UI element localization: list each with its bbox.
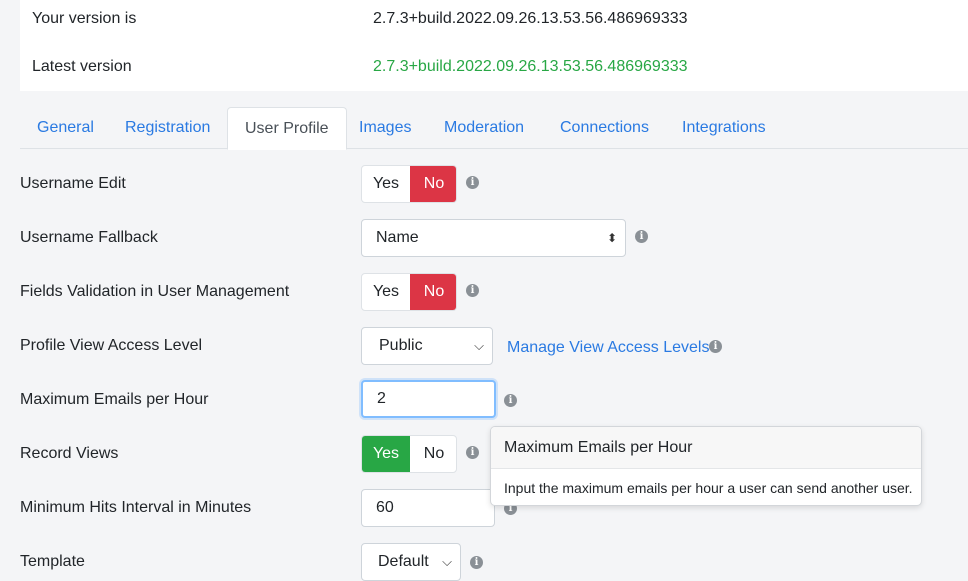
tab-moderation[interactable]: Moderation [427, 107, 541, 149]
settings-tabs: General Registration User Profile Images… [20, 107, 968, 150]
sort-caret-icon: ⬍ [606, 231, 617, 245]
info-icon[interactable]: i [466, 176, 479, 189]
fields-validation-no-button[interactable]: No [410, 274, 456, 310]
tab-images[interactable]: Images [342, 107, 428, 149]
profile-view-access-value: Public [379, 337, 423, 354]
record-views-toggle: Yes No [361, 435, 457, 473]
tab-general[interactable]: General [20, 107, 111, 149]
version-latest-label: Latest version [32, 58, 132, 75]
manage-view-access-levels-link[interactable]: Manage View Access Levels [507, 338, 709, 358]
info-icon[interactable]: i [466, 284, 479, 297]
fields-validation-yes-button[interactable]: Yes [362, 274, 410, 310]
info-icon[interactable]: i [466, 446, 479, 459]
version-info-panel: Your version is 2.7.3+build.2022.09.26.1… [20, 0, 968, 91]
username-edit-toggle: Yes No [361, 165, 457, 203]
profile-view-access-select[interactable]: Public ⌵ [361, 327, 493, 365]
record-views-no-button[interactable]: No [410, 436, 456, 472]
username-fallback-select[interactable]: Name ⬍ [361, 219, 626, 257]
username-fallback-value: Name [376, 229, 419, 246]
version-latest-row: Latest version 2.7.3+build.2022.09.26.13… [20, 57, 968, 77]
username-edit-label: Username Edit [20, 175, 126, 192]
min-hits-label: Minimum Hits Interval in Minutes [20, 499, 252, 516]
template-select[interactable]: Default ⌵ [361, 543, 461, 581]
max-emails-input[interactable]: 2 [361, 380, 496, 418]
popover-title: Maximum Emails per Hour [491, 427, 921, 469]
version-latest-value: 2.7.3+build.2022.09.26.13.53.56.48696933… [373, 58, 688, 75]
chevron-down-icon: ⌵ [474, 338, 484, 353]
record-views-label: Record Views [20, 445, 119, 462]
info-icon[interactable]: i [635, 230, 648, 243]
version-current-value: 2.7.3+build.2022.09.26.13.53.56.48696933… [373, 10, 688, 27]
fields-validation-toggle: Yes No [361, 273, 457, 311]
profile-view-access-label: Profile View Access Level [20, 337, 203, 354]
username-edit-yes-button[interactable]: Yes [362, 166, 410, 202]
record-views-yes-button[interactable]: Yes [362, 436, 410, 472]
username-edit-no-button[interactable]: No [410, 166, 456, 202]
max-emails-popover: Maximum Emails per Hour Input the maximu… [490, 426, 922, 506]
max-emails-label: Maximum Emails per Hour [20, 391, 209, 408]
tab-user-profile[interactable]: User Profile [227, 107, 347, 150]
tab-registration[interactable]: Registration [108, 107, 227, 149]
tab-integrations[interactable]: Integrations [665, 107, 783, 149]
username-fallback-label: Username Fallback [20, 229, 158, 246]
template-label: Template [20, 553, 85, 570]
version-current-label: Your version is [32, 10, 137, 27]
tab-connections[interactable]: Connections [543, 107, 666, 149]
info-icon[interactable]: i [504, 394, 517, 407]
info-icon[interactable]: i [470, 556, 483, 569]
version-current-row: Your version is 2.7.3+build.2022.09.26.1… [20, 9, 968, 29]
min-hits-input[interactable]: 60 [361, 489, 495, 527]
popover-body: Input the maximum emails per hour a user… [504, 480, 913, 496]
info-icon[interactable]: i [709, 340, 722, 353]
fields-validation-label: Fields Validation in User Management [20, 283, 290, 300]
chevron-down-icon: ⌵ [442, 554, 452, 569]
template-value: Default [378, 553, 429, 570]
